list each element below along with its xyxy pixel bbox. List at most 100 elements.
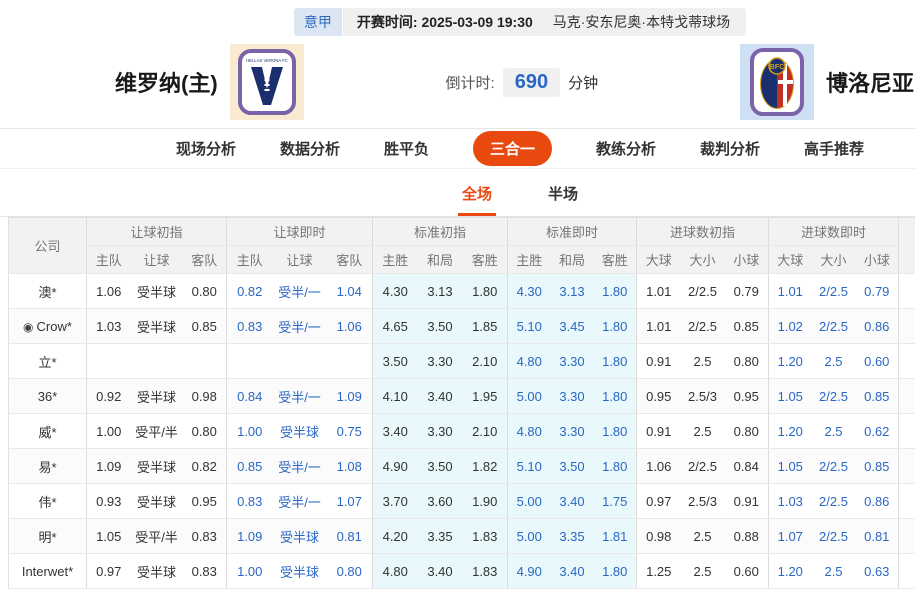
odds-cell[interactable]: 4.90 <box>508 554 551 589</box>
odds-cell[interactable]: 4.80 <box>508 414 551 449</box>
odds-cell[interactable]: 3.13 <box>551 274 594 309</box>
odds-cell[interactable]: 0.83 <box>227 484 273 519</box>
odds-cell[interactable]: 1.20 <box>769 344 812 379</box>
odds-cell[interactable]: 2/2.5 <box>812 519 856 554</box>
odds-cell[interactable]: 0.62 <box>856 414 899 449</box>
odds-cell[interactable]: 3.30 <box>551 379 594 414</box>
odds-cell[interactable]: 0.85 <box>856 379 899 414</box>
odds-cell[interactable]: 1.09 <box>327 379 373 414</box>
tab-referee-analysis[interactable]: 裁判分析 <box>700 138 760 159</box>
odds-cell[interactable]: 1.07 <box>327 484 373 519</box>
tab-three-in-one[interactable]: 三合一 <box>473 131 552 166</box>
company-name: 明* <box>38 530 56 545</box>
odds-cell[interactable]: 受半/一 <box>273 274 327 309</box>
odds-cell[interactable]: 2/2.5 <box>812 274 856 309</box>
odds-cell[interactable]: 1.05 <box>769 449 812 484</box>
odds-cell[interactable]: 受半/一 <box>273 449 327 484</box>
odds-cell[interactable]: 5.10 <box>508 449 551 484</box>
company-cell[interactable]: 澳* <box>9 274 87 309</box>
odds-cell[interactable]: 0.85 <box>856 449 899 484</box>
odds-cell[interactable]: 1.80 <box>594 414 637 449</box>
odds-cell[interactable]: 1.00 <box>227 414 273 449</box>
company-cell[interactable]: 易* <box>9 449 87 484</box>
tab-expert-picks[interactable]: 高手推荐 <box>804 138 864 159</box>
odds-cell[interactable]: 2.5 <box>812 554 856 589</box>
odds-cell[interactable]: 5.10 <box>508 309 551 344</box>
odds-cell[interactable]: 1.08 <box>327 449 373 484</box>
company-cell[interactable]: 36* <box>9 379 87 414</box>
company-cell[interactable]: ◉Crow* <box>9 309 87 344</box>
odds-cell[interactable]: 1.04 <box>327 274 373 309</box>
odds-cell[interactable]: 1.20 <box>769 414 812 449</box>
odds-cell[interactable]: 5.00 <box>508 519 551 554</box>
odds-cell[interactable]: 3.45 <box>551 309 594 344</box>
odds-cell[interactable]: 0.81 <box>327 519 373 554</box>
odds-cell[interactable] <box>227 344 273 379</box>
odds-cell[interactable]: 1.03 <box>769 484 812 519</box>
odds-cell[interactable]: 2/2.5 <box>812 309 856 344</box>
odds-cell[interactable]: 3.40 <box>551 484 594 519</box>
odds-cell[interactable]: 0.60 <box>856 344 899 379</box>
odds-cell[interactable]: 3.50 <box>551 449 594 484</box>
odds-cell[interactable]: 2/2.5 <box>812 484 856 519</box>
odds-cell[interactable]: 0.80 <box>327 554 373 589</box>
odds-cell[interactable]: 4.80 <box>508 344 551 379</box>
odds-cell[interactable]: 4.30 <box>508 274 551 309</box>
odds-cell[interactable]: 5.00 <box>508 379 551 414</box>
odds-cell[interactable]: 3.30 <box>551 344 594 379</box>
odds-cell[interactable]: 0.79 <box>856 274 899 309</box>
odds-cell[interactable]: 3.30 <box>551 414 594 449</box>
odds-cell[interactable]: 0.85 <box>227 449 273 484</box>
odds-cell[interactable]: 1.02 <box>769 309 812 344</box>
odds-cell[interactable]: 2/2.5 <box>812 379 856 414</box>
odds-cell[interactable]: 1.20 <box>769 554 812 589</box>
odds-cell[interactable]: 0.75 <box>327 414 373 449</box>
odds-cell[interactable]: 3.35 <box>551 519 594 554</box>
odds-cell[interactable] <box>273 344 327 379</box>
odds-cell[interactable]: 0.81 <box>856 519 899 554</box>
odds-cell[interactable]: 受半球 <box>273 519 327 554</box>
odds-cell[interactable]: 1.00 <box>227 554 273 589</box>
tab-live-analysis[interactable]: 现场分析 <box>176 138 236 159</box>
odds-cell[interactable]: 1.80 <box>594 449 637 484</box>
odds-cell[interactable]: 0.86 <box>856 484 899 519</box>
odds-cell[interactable]: 1.80 <box>594 554 637 589</box>
odds-cell[interactable]: 0.82 <box>227 274 273 309</box>
company-cell[interactable]: Interwet* <box>9 554 87 589</box>
odds-cell[interactable]: 2.5 <box>812 414 856 449</box>
odds-cell[interactable]: 1.80 <box>594 309 637 344</box>
odds-cell[interactable]: 0.83 <box>227 309 273 344</box>
odds-cell[interactable]: 2.5 <box>812 344 856 379</box>
odds-cell[interactable]: 2/2.5 <box>812 449 856 484</box>
odds-cell[interactable]: 受半球 <box>273 554 327 589</box>
tab-win-draw-lose[interactable]: 胜平负 <box>384 138 429 159</box>
odds-cell[interactable]: 受半/一 <box>273 379 327 414</box>
odds-cell[interactable]: 1.81 <box>594 519 637 554</box>
subtab-full-match[interactable]: 全场 <box>458 183 496 216</box>
company-cell[interactable]: 立* <box>9 344 87 379</box>
odds-cell[interactable]: 1.01 <box>769 274 812 309</box>
subtab-half-match[interactable]: 半场 <box>544 183 582 216</box>
odds-cell[interactable]: 0.63 <box>856 554 899 589</box>
odds-cell[interactable]: 3.40 <box>551 554 594 589</box>
odds-cell[interactable]: 1.07 <box>769 519 812 554</box>
tab-coach-analysis[interactable]: 教练分析 <box>596 138 656 159</box>
tab-data-analysis[interactable]: 数据分析 <box>280 138 340 159</box>
odds-cell[interactable]: 5.00 <box>508 484 551 519</box>
odds-cell[interactable]: 0.84 <box>227 379 273 414</box>
odds-cell[interactable] <box>327 344 373 379</box>
odds-cell[interactable]: 1.75 <box>594 484 637 519</box>
odds-cell[interactable]: 1.80 <box>594 344 637 379</box>
odds-cell[interactable]: 受半/一 <box>273 309 327 344</box>
odds-cell[interactable]: 受半/一 <box>273 484 327 519</box>
company-cell[interactable]: 威* <box>9 414 87 449</box>
company-cell[interactable]: 伟* <box>9 484 87 519</box>
odds-cell[interactable]: 受半球 <box>273 414 327 449</box>
company-cell[interactable]: 明* <box>9 519 87 554</box>
odds-cell[interactable]: 1.06 <box>327 309 373 344</box>
odds-cell[interactable]: 0.86 <box>856 309 899 344</box>
odds-cell[interactable]: 1.05 <box>769 379 812 414</box>
odds-cell[interactable]: 1.80 <box>594 379 637 414</box>
odds-cell[interactable]: 1.09 <box>227 519 273 554</box>
odds-cell[interactable]: 1.80 <box>594 274 637 309</box>
